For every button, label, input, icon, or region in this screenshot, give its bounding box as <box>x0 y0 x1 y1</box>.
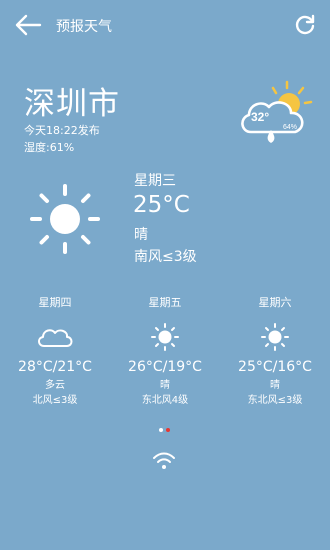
today-sun-icon <box>30 184 100 254</box>
today-temp: 25°C <box>133 192 190 218</box>
forecast-wind: 东北风4级 <box>141 395 189 406</box>
forecast-condition: 多云 <box>45 380 65 391</box>
today-day: 星期三 <box>134 173 176 189</box>
back-arrow-icon[interactable] <box>14 12 42 38</box>
page-dot[interactable] <box>159 428 163 432</box>
publish-time: 今天18:22发布 <box>24 124 100 137</box>
forecast-temp: 25°C/16°C <box>238 359 312 375</box>
sun-icon <box>261 323 289 351</box>
city-name: 深圳市 <box>24 86 120 122</box>
forecast-day-item: 星期六 25°C/16°C 晴 东北风≤3级 <box>220 296 330 407</box>
forecast-temp: 28°C/21°C <box>18 359 92 375</box>
page-title: 预报天气 <box>56 19 112 35</box>
weather-badge-icon: 32° 64% <box>241 80 313 143</box>
wifi-icon <box>153 452 175 469</box>
humidity-text: 湿度:61% <box>24 141 75 154</box>
today-condition: 晴 <box>134 227 148 243</box>
forecast-wind: 北风≤3级 <box>32 395 78 406</box>
forecast-day-item: 星期四 28°C/21°C 多云 北风≤3级 <box>0 296 110 407</box>
badge-humidity-label: 64% <box>283 124 297 131</box>
refresh-icon[interactable] <box>294 14 316 36</box>
forecast-day: 星期四 <box>38 296 72 309</box>
forecast-condition: 晴 <box>270 380 280 391</box>
forecast-day: 星期六 <box>258 296 292 309</box>
app-header: 预报天气 <box>0 0 330 50</box>
today-wind: 南风≤3级 <box>134 249 197 265</box>
forecast-list: 星期四 28°C/21°C 多云 北风≤3级 星期五 26°C/19°C 晴 东… <box>0 296 330 416</box>
cloud-icon <box>38 329 73 347</box>
forecast-condition: 晴 <box>160 380 170 391</box>
sun-icon <box>151 323 179 351</box>
page-indicator <box>159 428 173 434</box>
forecast-temp: 26°C/19°C <box>128 359 202 375</box>
forecast-day: 星期五 <box>148 296 182 309</box>
forecast-wind: 东北风≤3级 <box>247 395 303 406</box>
page-dot-active[interactable] <box>166 428 170 432</box>
forecast-day-item: 星期五 26°C/19°C 晴 东北风4级 <box>110 296 220 407</box>
badge-temp-label: 32° <box>251 110 269 124</box>
